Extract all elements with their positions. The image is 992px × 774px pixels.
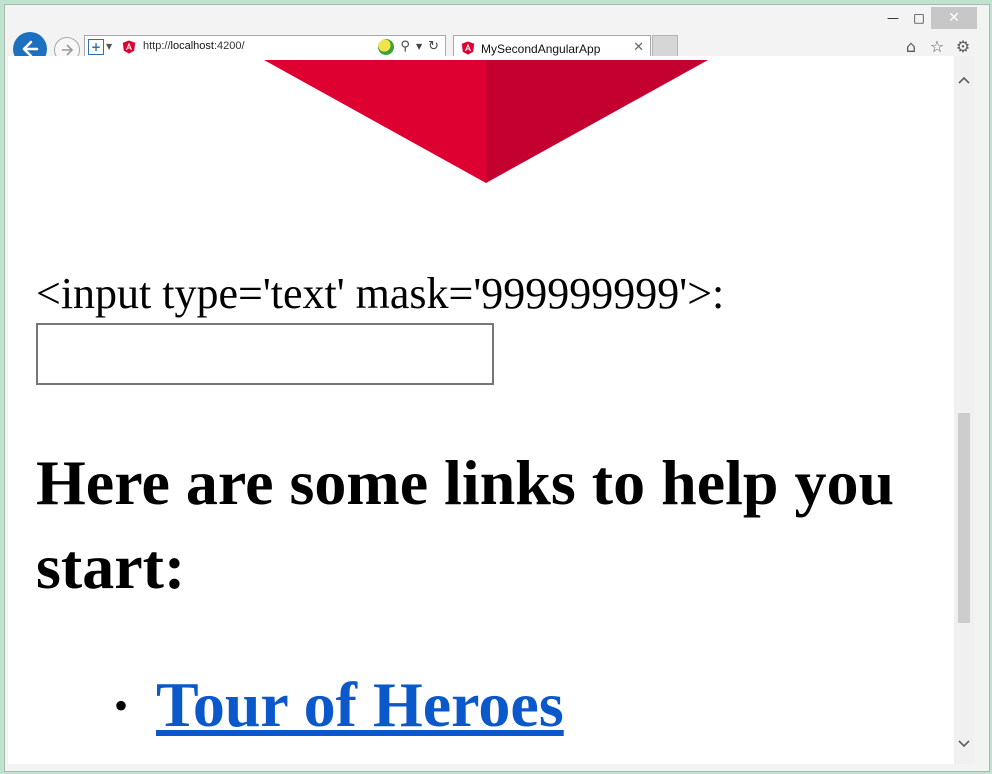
- maximize-icon: □: [913, 11, 925, 25]
- refresh-icon[interactable]: ↻: [428, 38, 439, 56]
- vertical-scrollbar[interactable]: [954, 56, 974, 764]
- tour-of-heroes-link[interactable]: Tour of Heroes: [156, 668, 564, 742]
- compat-view-icon[interactable]: +: [88, 39, 104, 55]
- home-icon[interactable]: ⌂: [901, 37, 921, 57]
- minimize-button[interactable]: —: [879, 7, 907, 29]
- search-icon[interactable]: ⚲: [400, 38, 410, 56]
- scroll-down-icon[interactable]: [954, 732, 974, 756]
- url-host: localhost: [170, 40, 214, 52]
- links-heading: Here are some links to help you start:: [36, 447, 895, 602]
- browser-right-icons: ⌂ ☆ ⚙: [901, 37, 973, 57]
- addon-icon[interactable]: [378, 39, 395, 55]
- mask-input-label: <input type='text' mask='999999999'>:: [36, 269, 725, 318]
- page-viewport: <input type='text' mask='999999999'>: He…: [8, 56, 954, 764]
- angular-favicon: [461, 41, 475, 55]
- angular-logo: [264, 60, 708, 183]
- forward-icon: [62, 44, 74, 56]
- scroll-up-icon[interactable]: [954, 68, 974, 92]
- close-window-button[interactable]: ✕: [931, 7, 977, 29]
- close-icon: ✕: [948, 10, 960, 26]
- scroll-thumb[interactable]: [958, 413, 970, 623]
- dropdown-icon[interactable]: ▼: [416, 38, 422, 56]
- tab-title: MySecondAngularApp: [481, 42, 601, 56]
- dropdown-icon[interactable]: ▼: [106, 42, 112, 51]
- address-bar-icons: ⚲ ▼ ↻: [378, 38, 439, 56]
- settings-gear-icon[interactable]: ⚙: [953, 37, 973, 57]
- minimize-icon: —: [887, 11, 899, 25]
- close-tab-icon[interactable]: ✕: [633, 40, 644, 55]
- url-scheme: http://: [143, 40, 171, 52]
- mask-input[interactable]: [36, 323, 494, 385]
- maximize-button[interactable]: □: [905, 7, 933, 29]
- favorites-star-icon[interactable]: ☆: [927, 37, 947, 57]
- list-bullet: •: [114, 683, 129, 728]
- angular-favicon: [122, 40, 136, 54]
- url-text: http://localhost:4200/: [143, 40, 245, 52]
- url-port-path: :4200/: [213, 40, 245, 52]
